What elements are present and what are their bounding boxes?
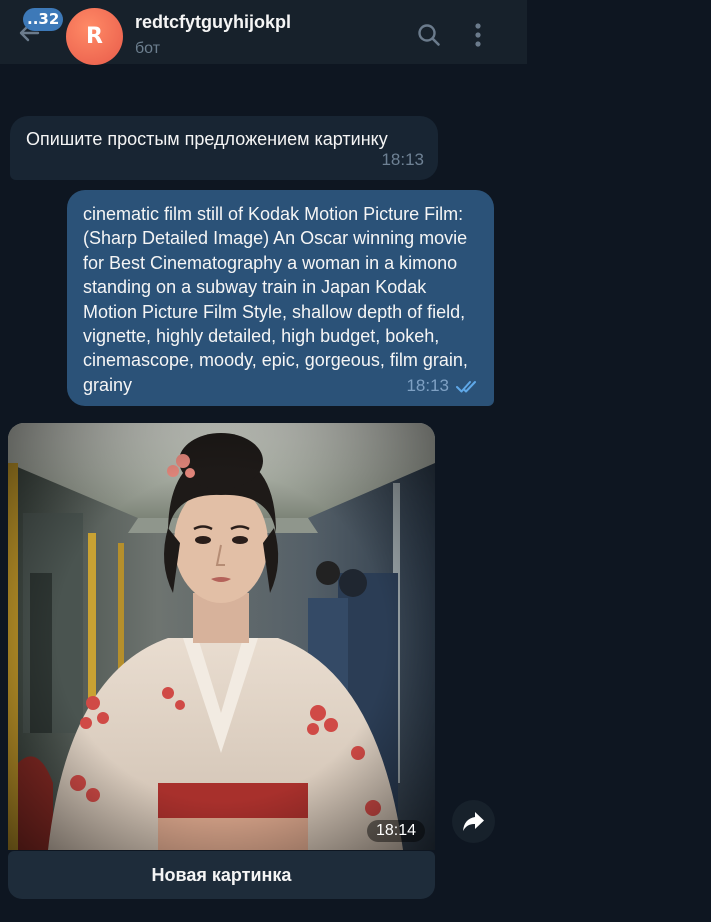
share-arrow-icon xyxy=(463,812,484,831)
double-check-icon xyxy=(456,381,476,393)
message-time: 18:13 xyxy=(381,149,424,169)
photo-time: 18:14 xyxy=(366,820,425,842)
message-text: cinematic film still of Kodak Motion Pic… xyxy=(83,204,468,395)
chat-title[interactable]: redtcfytguyhijokpl xyxy=(135,12,291,33)
forward-button[interactable] xyxy=(452,800,495,843)
unread-counter-badge: ..32 xyxy=(23,8,64,31)
avatar[interactable]: R xyxy=(66,8,123,65)
search-icon[interactable] xyxy=(416,22,442,48)
kimono-woman-photo xyxy=(8,423,435,850)
incoming-message[interactable]: Опишите простым предложением картинку 18… xyxy=(10,116,438,180)
outgoing-message[interactable]: cinematic film still of Kodak Motion Pic… xyxy=(67,190,494,406)
more-vertical-icon[interactable] xyxy=(465,22,491,48)
new-picture-button[interactable]: Новая картинка xyxy=(8,851,435,899)
chat-header: ..32 R redtcfytguyhijokpl бот xyxy=(0,0,527,65)
message-text: Опишите простым предложением картинку xyxy=(26,129,388,149)
chat-subtitle: бот xyxy=(135,40,161,57)
photo-message[interactable]: 18:14 xyxy=(8,423,435,850)
message-time: 18:13 xyxy=(406,375,449,395)
